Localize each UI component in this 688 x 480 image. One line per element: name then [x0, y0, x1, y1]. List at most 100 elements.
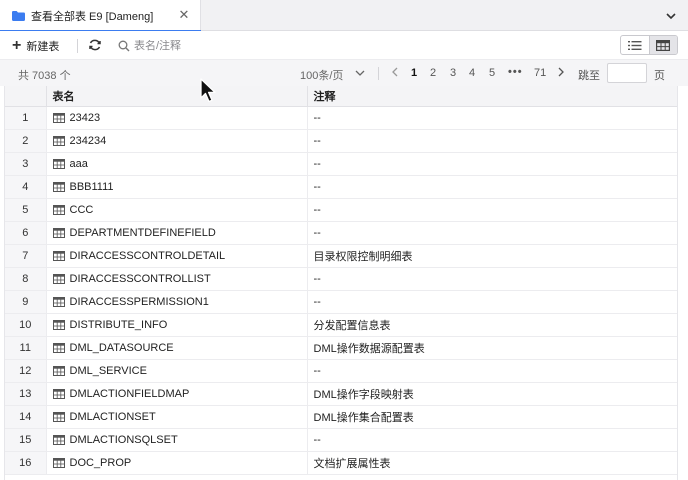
table-name-cell[interactable]: BBB1111 — [46, 175, 308, 199]
chevron-down-icon[interactable] — [664, 9, 678, 23]
table-row[interactable]: 2 234234 -- — [5, 129, 677, 153]
table-comment-cell[interactable]: -- — [307, 152, 677, 176]
table-name-cell[interactable]: 23423 — [46, 106, 308, 130]
new-table-label: 新建表 — [26, 41, 60, 53]
table-icon — [52, 319, 65, 330]
table-icon — [52, 457, 65, 468]
total-count: 共 7038 个 — [18, 70, 71, 82]
table-comment-cell[interactable]: -- — [307, 106, 677, 130]
table-row[interactable]: 8 DIRACCESSCONTROLLIST -- — [5, 267, 677, 291]
table-row[interactable]: 11 DML_DATASOURCE DML操作数据源配置表 — [5, 336, 677, 360]
table-name-cell[interactable]: DISTRIBUTE_INFO — [46, 313, 308, 337]
table-row[interactable]: 13 DMLACTIONFIELDMAP DML操作字段映射表 — [5, 382, 677, 406]
table-row[interactable]: 15 DMLACTIONSQLSET -- — [5, 428, 677, 452]
table-name-cell[interactable]: DML_SERVICE — [46, 359, 308, 383]
table-row[interactable]: 9 DIRACCESSPERMISSION1 -- — [5, 290, 677, 314]
tab-all-tables[interactable]: 查看全部表 E9 [Dameng] ✕ — [0, 0, 201, 32]
close-icon[interactable]: ✕ — [177, 8, 191, 22]
refresh-icon[interactable] — [88, 38, 102, 52]
table-name-cell[interactable]: 234234 — [46, 129, 308, 153]
table-name-cell[interactable]: DIRACCESSCONTROLLIST — [46, 267, 308, 291]
tab-bar: 查看全部表 E9 [Dameng] ✕ — [0, 0, 688, 32]
table-name-cell[interactable]: DOC_PROP — [46, 451, 308, 475]
chevron-down-icon[interactable] — [355, 68, 365, 78]
table-name-cell[interactable]: DIRACCESSCONTROLDETAIL — [46, 244, 308, 268]
new-table-button[interactable]: + 新建表 — [12, 37, 59, 55]
table-comment-cell[interactable]: -- — [307, 198, 677, 222]
table-name-cell[interactable]: DMLACTIONSQLSET — [46, 428, 308, 452]
table-name: DML_DATASOURCE — [69, 341, 174, 354]
table-comment-cell[interactable]: DML操作数据源配置表 — [307, 336, 677, 360]
table-comment-cell[interactable]: DML操作字段映射表 — [307, 382, 677, 406]
table-comment-cell[interactable]: -- — [307, 428, 677, 452]
table-row[interactable]: 6 DEPARTMENTDEFINEFIELD -- — [5, 221, 677, 245]
table-comment-cell[interactable]: -- — [307, 359, 677, 383]
table-comment-cell[interactable]: DML操作集合配置表 — [307, 405, 677, 429]
table-icon — [52, 296, 65, 307]
table-comment-cell[interactable]: 分发配置信息表 — [307, 313, 677, 337]
table-icon — [52, 112, 65, 123]
pagination-bar: 共 7038 个 100条/页 1 2 3 4 5 ••• 71 跳至 页 — [0, 60, 688, 86]
table-icon — [52, 434, 65, 445]
table-row[interactable]: 10 DISTRIBUTE_INFO 分发配置信息表 — [5, 313, 677, 337]
page-5[interactable]: 5 — [489, 67, 495, 79]
table-name: DEPARTMENTDEFINEFIELD — [69, 226, 216, 239]
page-1[interactable]: 1 — [411, 67, 417, 79]
row-number: 3 — [5, 152, 47, 176]
page-3[interactable]: 3 — [450, 67, 456, 79]
toolbar-divider — [77, 39, 78, 53]
table-row[interactable]: 5 CCC -- — [5, 198, 677, 222]
column-header-name[interactable]: 表名 — [46, 86, 308, 107]
page-ellipsis[interactable]: ••• — [508, 66, 523, 78]
row-number: 15 — [5, 428, 47, 452]
table-name-cell[interactable]: DML_DATASOURCE — [46, 336, 308, 360]
row-number: 14 — [5, 405, 47, 429]
table-name-cell[interactable]: DMLACTIONSET — [46, 405, 308, 429]
page-last[interactable]: 71 — [534, 67, 546, 79]
row-number: 11 — [5, 336, 47, 360]
row-number: 16 — [5, 451, 47, 475]
table-row[interactable]: 3 aaa -- — [5, 152, 677, 176]
table-row[interactable]: 16 DOC_PROP 文档扩展属性表 — [5, 451, 677, 475]
grid-view-icon[interactable] — [648, 36, 677, 54]
toolbar: + 新建表 — [0, 31, 688, 60]
table-row[interactable]: 4 BBB1111 -- — [5, 175, 677, 199]
table-name-cell[interactable]: DMLACTIONFIELDMAP — [46, 382, 308, 406]
table-name-cell[interactable]: DEPARTMENTDEFINEFIELD — [46, 221, 308, 245]
table-row[interactable]: 7 DIRACCESSCONTROLDETAIL 目录权限控制明细表 — [5, 244, 677, 268]
prev-page-icon[interactable] — [391, 67, 401, 79]
column-header-comment[interactable]: 注释 — [307, 86, 677, 107]
goto-page-input[interactable] — [607, 63, 647, 83]
list-view-icon[interactable] — [621, 36, 649, 54]
table-name-cell[interactable]: aaa — [46, 152, 308, 176]
table-row[interactable]: 14 DMLACTIONSET DML操作集合配置表 — [5, 405, 677, 429]
table-comment-cell[interactable]: 文档扩展属性表 — [307, 451, 677, 475]
table-comment-cell[interactable]: -- — [307, 267, 677, 291]
table-comment-cell[interactable]: -- — [307, 221, 677, 245]
row-number: 12 — [5, 359, 47, 383]
table-icon — [52, 158, 65, 169]
search-box — [118, 37, 294, 55]
search-input[interactable] — [134, 40, 294, 52]
page-2[interactable]: 2 — [430, 67, 436, 79]
next-page-icon[interactable] — [557, 67, 565, 80]
table-row[interactable]: 1 23423 -- — [5, 106, 677, 130]
table-name-cell[interactable]: DIRACCESSPERMISSION1 — [46, 290, 308, 314]
row-number: 5 — [5, 198, 47, 222]
table-name: 234234 — [69, 134, 107, 147]
table-icon — [52, 250, 65, 261]
table-comment-cell[interactable]: -- — [307, 290, 677, 314]
table-name-cell[interactable]: CCC — [46, 198, 308, 222]
table-comment-cell[interactable]: -- — [307, 175, 677, 199]
tab-title: 查看全部表 E9 [Dameng] — [31, 10, 154, 23]
table-comment-cell[interactable]: 目录权限控制明细表 — [307, 244, 677, 268]
table-row[interactable]: 12 DML_SERVICE -- — [5, 359, 677, 383]
table-name: DMLACTIONFIELDMAP — [69, 387, 190, 400]
table-comment-cell[interactable]: -- — [307, 129, 677, 153]
page-size-select[interactable]: 100条/页 — [300, 67, 343, 83]
page-4[interactable]: 4 — [469, 67, 475, 79]
table-icon — [52, 411, 65, 422]
search-icon — [118, 40, 130, 52]
table-name: DISTRIBUTE_INFO — [69, 318, 168, 331]
row-number-header — [5, 86, 47, 107]
